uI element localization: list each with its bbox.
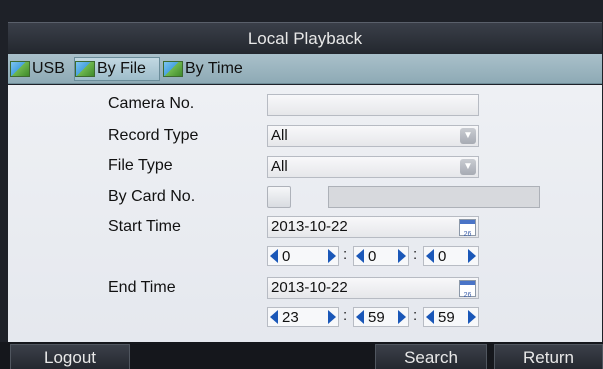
end-hour-stepper[interactable]: 23 [267, 307, 339, 327]
end-minute-value: 59 [368, 308, 385, 326]
arrow-left-icon[interactable] [426, 249, 434, 263]
end-minute-stepper[interactable]: 59 [353, 307, 409, 327]
search-button[interactable]: Search [375, 344, 487, 369]
end-date-field[interactable]: 2013-10-22 26 [267, 277, 479, 299]
arrow-right-icon[interactable] [398, 249, 406, 263]
tab-by-time[interactable]: By Time [163, 57, 253, 81]
arrow-left-icon[interactable] [426, 310, 434, 324]
arrow-right-icon[interactable] [328, 310, 336, 324]
arrow-right-icon[interactable] [398, 310, 406, 324]
record-type-label: Record Type [108, 127, 199, 144]
end-second-value: 59 [438, 308, 455, 326]
chevron-down-icon[interactable]: ▼ [460, 128, 476, 144]
arrow-left-icon[interactable] [356, 249, 364, 263]
time-separator: : [413, 307, 418, 324]
logout-button[interactable]: Logout [10, 344, 130, 369]
end-second-stepper[interactable]: 59 [423, 307, 479, 327]
local-playback-window: Local Playback USB By File By Time Camer… [0, 0, 603, 369]
start-minute-value: 0 [368, 247, 377, 265]
camera-no-label: Camera No. [108, 95, 195, 112]
window-title: Local Playback [247, 29, 363, 48]
start-date-field[interactable]: 2013-10-22 26 [267, 216, 479, 238]
time-separator: : [343, 246, 348, 263]
end-hour-value: 23 [282, 308, 299, 326]
search-form-panel: Camera No. Record Type All ▼ File Type A… [8, 85, 602, 342]
arrow-left-icon[interactable] [356, 310, 364, 324]
start-date-value: 2013-10-22 [271, 218, 348, 235]
camera-no-field[interactable] [267, 94, 479, 116]
arrow-right-icon[interactable] [468, 310, 476, 324]
return-button[interactable]: Return [494, 344, 603, 369]
by-card-no-label: By Card No. [108, 188, 196, 205]
start-second-value: 0 [438, 247, 447, 265]
time-icon [163, 61, 183, 77]
tab-by-file[interactable]: By File [74, 57, 160, 81]
calendar-icon[interactable]: 26 [459, 280, 476, 299]
start-time-label: Start Time [108, 218, 181, 235]
start-second-stepper[interactable]: 0 [423, 246, 479, 266]
file-type-label: File Type [108, 157, 173, 174]
tab-by-time-label: By Time [185, 60, 243, 77]
end-date-value: 2013-10-22 [271, 279, 348, 296]
file-type-select[interactable]: All ▼ [267, 156, 479, 178]
calendar-icon[interactable]: 26 [459, 219, 476, 238]
record-type-select[interactable]: All ▼ [267, 125, 479, 147]
file-type-value: All [271, 158, 288, 175]
time-separator: : [413, 246, 418, 263]
arrow-left-icon[interactable] [270, 310, 278, 324]
file-icon [75, 61, 95, 77]
card-no-field[interactable] [328, 186, 540, 208]
tab-usb-label: USB [32, 60, 65, 77]
arrow-right-icon[interactable] [468, 249, 476, 263]
arrow-left-icon[interactable] [270, 249, 278, 263]
time-separator: : [343, 307, 348, 324]
start-hour-value: 0 [282, 247, 291, 265]
start-hour-stepper[interactable]: 0 [267, 246, 339, 266]
by-card-no-checkbox[interactable] [267, 186, 291, 208]
tab-bar: USB By File By Time [8, 54, 602, 84]
start-minute-stepper[interactable]: 0 [353, 246, 409, 266]
usb-drive-icon [10, 61, 30, 77]
tab-by-file-label: By File [97, 60, 146, 77]
title-bar: Local Playback [8, 22, 602, 54]
chevron-down-icon[interactable]: ▼ [460, 159, 476, 175]
end-time-label: End Time [108, 279, 176, 296]
arrow-right-icon[interactable] [328, 249, 336, 263]
tab-usb[interactable]: USB [10, 57, 72, 81]
record-type-value: All [271, 127, 288, 144]
